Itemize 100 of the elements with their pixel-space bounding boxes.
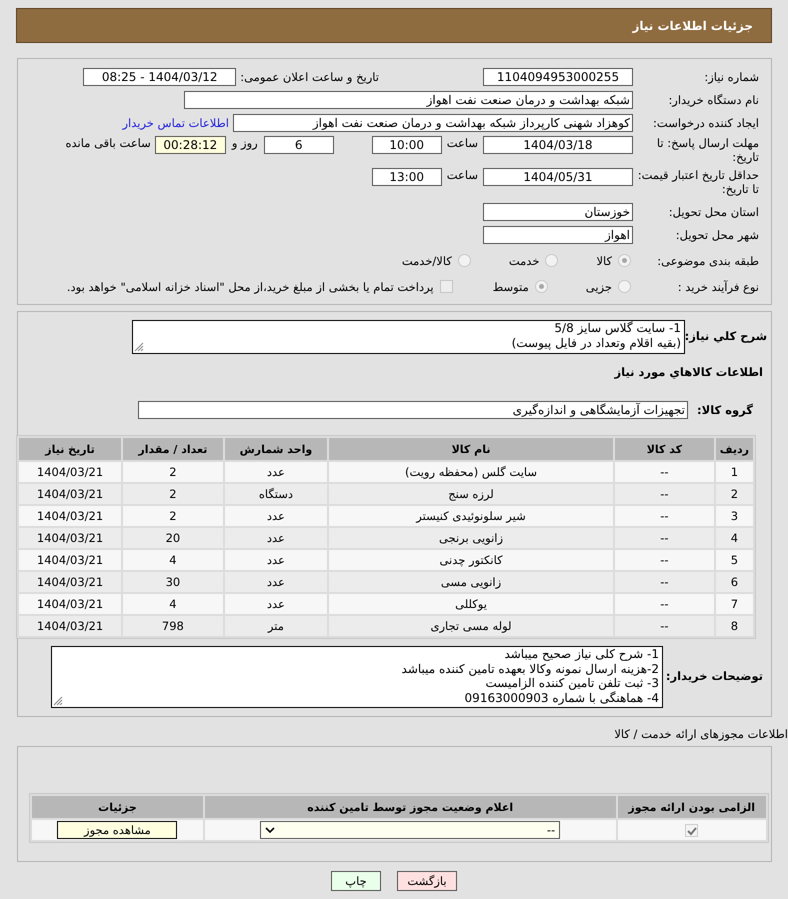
radio-button[interactable] [618, 280, 631, 293]
field-label: پرداخت تمام یا بخشی از مبلغ خرید،از محل "اسناد خزانه اسلامی" خواهد بود. [66, 280, 434, 294]
radio-label: متوسط [492, 280, 529, 294]
table-cell: زانویی برنجی [329, 528, 613, 548]
field-label: ساعت [446, 168, 478, 182]
field-label: گروه کالا: [696, 402, 754, 416]
field-label: شرح كلي نياز: [685, 329, 768, 343]
table-cell: 30 [123, 572, 223, 592]
table-cell: 5 [716, 550, 753, 570]
dropdown-value: -- [546, 823, 556, 837]
column-header: تاریخ نیاز [19, 438, 122, 460]
field-label: توضیحات خریدار: [664, 669, 764, 683]
resize-grip-icon [134, 342, 144, 352]
table-cell: 8 [716, 616, 753, 636]
table-cell: کانکتور چدنی [329, 550, 613, 570]
checkbox[interactable] [685, 824, 698, 838]
table-cell: 2 [123, 462, 223, 482]
table-cell: 1404/03/21 [19, 616, 122, 636]
table-cell: 1404/03/21 [19, 528, 122, 548]
contact-link[interactable]: اطلاعات تماس خریدار [122, 116, 229, 130]
chevron-down-icon [265, 826, 276, 834]
table-cell: 1404/03/21 [19, 594, 122, 614]
value-field: 1404/03/12 - 08:25 [83, 68, 236, 86]
resize-grip-icon [53, 696, 63, 706]
countdown-field: 00:28:12 [154, 136, 226, 154]
radio-label: جزیی [586, 280, 612, 294]
column-header: الزامی بودن ارائه مجوز [618, 796, 766, 818]
table-cell: -- [614, 462, 714, 482]
table-cell: عدد [224, 572, 328, 592]
table-cell: لرزه سنج [329, 484, 613, 504]
checkbox[interactable] [440, 280, 453, 293]
check-icon [686, 825, 698, 836]
field-label: حداقل تاریخ اعتبار قیمت: تا تاریخ: [636, 168, 760, 196]
table-cell: 2 [716, 484, 753, 504]
table-cell: 1404/03/21 [19, 462, 122, 482]
radio-button[interactable] [545, 254, 558, 267]
table-cell: -- [614, 572, 714, 592]
radio-button[interactable] [618, 254, 631, 267]
table-cell: 1404/03/21 [19, 484, 122, 504]
table-cell: یوکللی [329, 594, 613, 614]
table-cell: عدد [224, 506, 328, 526]
field-label: ساعت [446, 136, 478, 150]
table-cell: 2 [123, 506, 223, 526]
table-cell: متر [224, 616, 328, 636]
radio-label: خدمت [508, 254, 540, 268]
radio-button[interactable] [534, 280, 548, 293]
radio-label: کالا/خدمت [402, 254, 452, 268]
table-cell: -- [614, 616, 714, 636]
table-cell: 2 [123, 484, 223, 504]
value-field: اهواز [483, 226, 633, 244]
table-cell: شیر سلونوئیدی کنیستر [329, 506, 613, 526]
table-cell: -- [614, 506, 714, 526]
table-cell: زانویی مسی [329, 572, 613, 592]
value-field: خوزستان [483, 202, 633, 220]
radio-label: کالا [596, 254, 612, 268]
section-title: اطلاعات مجوزهای ارائه خدمت / کالا [614, 727, 788, 741]
value-field: شبکه بهداشت و درمان صنعت نفت اهواز [184, 90, 633, 108]
page-title: جزئیات اطلاعات نیاز [632, 18, 753, 32]
table-cell: -- [614, 550, 714, 570]
status-dropdown[interactable]: -- [260, 821, 560, 839]
field-label: ایجاد کننده درخواست: [652, 116, 760, 130]
table-cell: عدد [224, 594, 328, 614]
table-cell: 4 [716, 528, 753, 548]
table-cell: لوله مسی تجاری [329, 616, 613, 636]
table-cell: -- [614, 484, 714, 504]
table-cell: دستگاه [224, 484, 328, 504]
buyer-notes-text: 1- شرح کلی نیاز صحیح میباشد 2-هزینه ارسال نمونه وکالا بعهده تامین کننده میباشد 3- ثبت تلفن تامین کننده الزامیست 4- هماهنگی با شماره 09163000903 [402, 647, 659, 705]
table-cell: 4 [123, 550, 223, 570]
table-cell: 1404/03/21 [19, 572, 122, 592]
table-cell: عدد [224, 528, 328, 548]
table-cell: عدد [224, 550, 328, 570]
table-cell: سایت گلس (محفظه رویت) [329, 462, 613, 482]
field-label: شماره نیاز: [703, 70, 760, 84]
view-permit-button[interactable]: مشاهده مجوز [57, 821, 178, 839]
value-field: 10:00 [372, 136, 442, 154]
description-text: 1- سایت گلاس سایز 5/8 (بقیه اقلام وتعداد در فایل پیوست) [512, 321, 681, 351]
column-header: تعداد / مقدار [123, 438, 223, 460]
table-cell: 4 [123, 594, 223, 614]
table-cell: 1404/03/21 [19, 550, 122, 570]
back-button[interactable]: بازگشت [397, 871, 457, 891]
column-header: واحد شمارش [224, 438, 328, 460]
field-label: طبقه بندی موضوعی: [656, 254, 760, 268]
table-cell: -- [614, 594, 714, 614]
table-cell: -- [614, 528, 714, 548]
table-cell: 6 [716, 572, 753, 592]
table-cell: عدد [224, 462, 328, 482]
value-field: کوهزاد شهنی کارپرداز شبکه بهداشت و درمان صنعت نفت اهواز [233, 114, 633, 132]
print-button[interactable]: چاپ [331, 871, 381, 891]
field-label: روز و [232, 136, 258, 150]
table-cell: 1 [716, 462, 753, 482]
value-field: 1104094953000255 [483, 68, 633, 86]
value-field: 1404/05/31 [483, 168, 633, 186]
field-label: مهلت ارسال پاسخ: تا تاریخ: [656, 136, 760, 164]
group-field: تجهیزات آزمایشگاهی و اندازه‌گیری [138, 400, 688, 418]
field-label: تاریخ و ساعت اعلان عمومی: [240, 70, 379, 84]
table-cell: 1404/03/21 [19, 506, 122, 526]
value-field: 6 [264, 136, 334, 154]
radio-button[interactable] [458, 254, 471, 267]
column-header: نام کالا [329, 438, 613, 460]
column-header: اعلام وضعیت مجوز توسط تامین کننده [204, 796, 616, 818]
